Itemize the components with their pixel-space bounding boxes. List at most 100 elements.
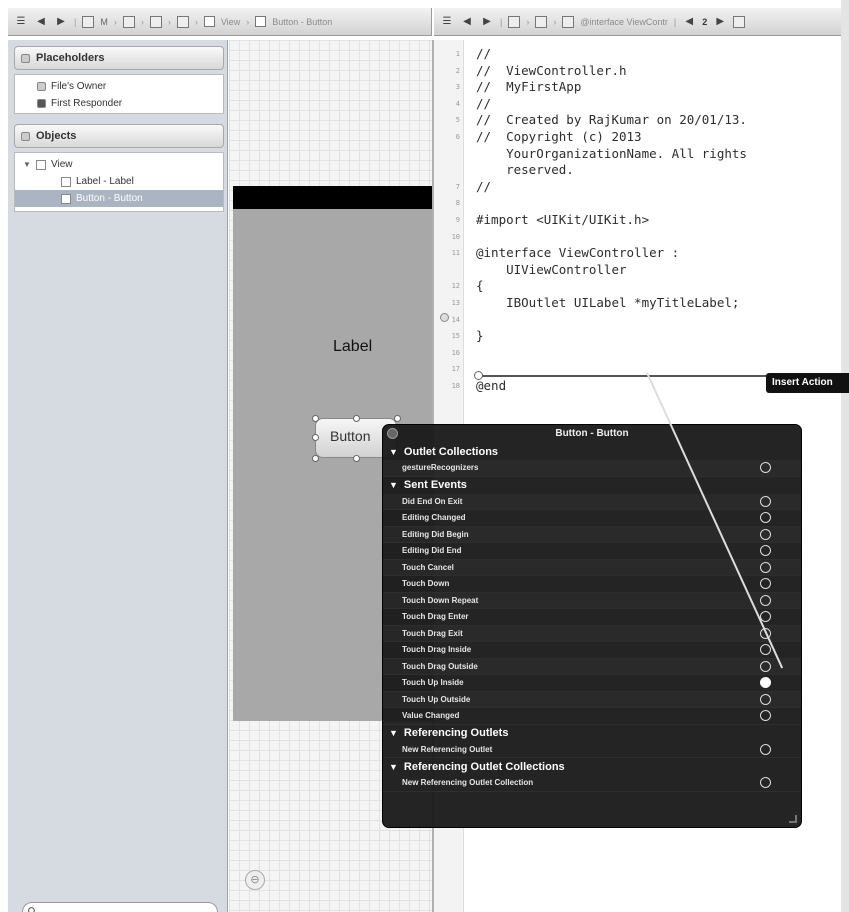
hud-row-label: New Referencing Outlet — [402, 744, 493, 754]
placeholders-title: Placeholders — [36, 52, 105, 64]
search-icon: ⚲ — [27, 905, 36, 912]
hud-connection-row[interactable]: Editing Did Begin — [383, 527, 801, 543]
connection-circle-icon[interactable] — [760, 743, 771, 755]
hud-connection-row[interactable]: Touch Up Inside — [383, 675, 801, 692]
back-arrow-icon[interactable]: ◀ — [460, 16, 474, 27]
code-text: @end — [476, 378, 507, 393]
code-line: 8 — [434, 195, 841, 211]
resize-handle[interactable] — [353, 455, 360, 462]
hud-connection-row[interactable]: Touch Drag Inside — [383, 642, 801, 659]
hud-section-header[interactable]: ▼ Referencing Outlets — [383, 725, 801, 742]
code-text: YourOrganizationName. All rights — [476, 145, 747, 161]
code-text: // ViewController.h — [476, 62, 627, 78]
code-line: UIViewController — [434, 262, 841, 278]
hud-section-header[interactable]: ▼ Sent Events — [383, 477, 801, 494]
outline-filter-field[interactable]: ⚲ — [22, 902, 218, 912]
hud-connection-row[interactable]: Editing Did End — [383, 543, 801, 560]
related-items-icon[interactable]: ☰ — [440, 16, 454, 27]
hud-connection-row[interactable]: Touch Down Repeat — [383, 593, 801, 609]
counterpart-count: 2 — [702, 16, 708, 27]
hud-connection-row[interactable]: Touch Down — [383, 576, 801, 593]
outlet-connection-icon[interactable] — [440, 313, 449, 322]
connection-circle-icon[interactable] — [760, 495, 771, 507]
back-arrow-icon[interactable]: ◀ — [34, 16, 48, 27]
resize-handle[interactable] — [394, 415, 401, 422]
close-icon[interactable] — [387, 428, 398, 439]
hud-section-title: Sent Events — [403, 479, 467, 491]
outline-item-label[interactable]: Label - Label — [15, 173, 223, 190]
hud-section-header[interactable]: ▼ Outlet Collections — [383, 443, 801, 460]
hud-row-label: Editing Did End — [402, 546, 462, 556]
next-counterpart-icon[interactable]: ▶ — [713, 16, 727, 27]
insert-indicator-line — [478, 375, 768, 377]
canvas-label[interactable]: Label — [333, 338, 372, 356]
forward-arrow-icon[interactable]: ▶ — [480, 16, 494, 27]
disclosure-triangle-icon[interactable]: ▼ — [23, 160, 31, 169]
forward-arrow-icon[interactable]: ▶ — [54, 16, 68, 27]
jump-crumb-project[interactable]: M — [100, 17, 108, 27]
code-text: // — [476, 178, 492, 194]
hud-section-title: Referencing Outlet Collections — [403, 760, 565, 773]
editor-jump-bar: ☰ ◀ ▶ | › › @interface ViewContr | ◀ 2 ▶ — [434, 8, 841, 36]
hud-row-label: New Referencing Outlet Collection — [402, 778, 534, 788]
hud-connection-row[interactable]: Editing Changed — [383, 510, 801, 527]
hud-row-label: gestureRecognizers — [402, 463, 479, 473]
hud-connection-row[interactable]: Touch Drag Outside — [383, 659, 801, 675]
disclosure-triangle-icon[interactable]: ▼ — [389, 728, 398, 738]
canvas-jump-bar: ☰ ◀ ▶ | M › › › › View › Button - Button — [8, 8, 432, 36]
symbol-icon — [562, 15, 575, 28]
outline-item-first-responder[interactable]: First Responder — [15, 95, 223, 112]
disclosure-triangle-icon[interactable]: ▼ — [389, 762, 398, 772]
resize-grip-icon[interactable] — [789, 815, 797, 823]
hud-connection-row[interactable]: New Referencing Outlet — [383, 742, 801, 758]
resize-handle[interactable] — [353, 415, 360, 422]
file-icon[interactable] — [149, 15, 162, 28]
document-outline: Placeholders File's Owner First Responde… — [8, 40, 228, 912]
jump-crumb-interface[interactable]: @interface ViewContr — [580, 17, 668, 27]
disclosure-triangle-icon[interactable]: ▼ — [389, 480, 398, 490]
connection-circle-icon[interactable] — [760, 561, 771, 573]
hud-connection-row[interactable]: Value Changed — [383, 708, 801, 725]
folder-icon[interactable] — [122, 15, 135, 28]
zoom-icon[interactable]: ⊖ — [245, 870, 265, 890]
connection-circle-icon[interactable] — [760, 528, 771, 540]
line-number: 13 — [451, 299, 460, 307]
code-text: // Copyright (c) 2013 — [476, 129, 642, 144]
connection-circle-icon[interactable] — [760, 594, 771, 606]
disclosure-triangle-icon[interactable]: ▼ — [389, 447, 398, 457]
placeholders-header[interactable]: Placeholders — [14, 46, 224, 70]
hud-section-header[interactable]: ▼ Referencing Outlet Collections — [383, 758, 801, 775]
automatic-icon[interactable] — [508, 15, 521, 28]
editor-scrollbar[interactable] — [841, 0, 849, 912]
hud-connection-row[interactable]: Did End On Exit — [383, 494, 801, 510]
code-text: reserved. — [476, 162, 574, 178]
prev-counterpart-icon[interactable]: ◀ — [682, 16, 696, 27]
connection-circle-icon[interactable] — [760, 693, 771, 705]
outline-item-view[interactable]: ▼ View — [15, 156, 223, 173]
hud-connection-row[interactable]: New Referencing Outlet Collection — [383, 775, 801, 792]
jump-crumb-button[interactable]: Button - Button — [272, 17, 332, 27]
code-line: 2 // ViewController.h — [434, 63, 841, 79]
line-number: 8 — [455, 199, 460, 208]
connection-circle-icon[interactable] — [760, 660, 771, 672]
hud-connection-row[interactable]: gestureRecognizers — [383, 460, 801, 477]
resize-handle[interactable] — [312, 415, 319, 422]
resize-handle[interactable] — [312, 434, 319, 441]
line-number: 5 — [455, 116, 460, 125]
header-file-icon[interactable] — [535, 15, 548, 28]
hud-section-title: Referencing Outlets — [403, 727, 509, 739]
hud-connection-row[interactable]: Touch Drag Exit — [383, 626, 801, 642]
xib-icon[interactable] — [176, 15, 189, 28]
hud-connection-row[interactable]: Touch Drag Enter — [383, 609, 801, 626]
project-icon[interactable] — [82, 15, 95, 28]
split-editor-icon[interactable] — [733, 15, 746, 28]
outline-item-button[interactable]: Button - Button — [15, 190, 223, 207]
insert-indicator-dot — [474, 371, 483, 380]
code-line: 3 // MyFirstApp — [434, 79, 841, 95]
jump-crumb-view[interactable]: View — [221, 17, 240, 27]
outline-item-files-owner[interactable]: File's Owner — [15, 78, 223, 95]
objects-header[interactable]: Objects — [14, 124, 224, 148]
resize-handle[interactable] — [312, 455, 319, 462]
hud-connection-row[interactable]: Touch Up Outside — [383, 692, 801, 708]
related-items-icon[interactable]: ☰ — [14, 16, 28, 27]
